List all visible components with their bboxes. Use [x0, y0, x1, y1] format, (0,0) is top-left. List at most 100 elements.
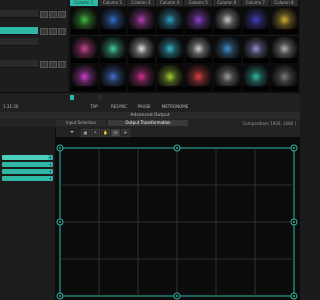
- tab-output-transformation[interactable]: Output Transformation: [108, 120, 188, 126]
- clip-label: [242, 86, 270, 91]
- grid-icon[interactable]: ▦: [81, 129, 90, 137]
- clip-thumbnail[interactable]: [270, 36, 299, 64]
- column-header[interactable]: Column 3: [127, 0, 156, 6]
- layer-button[interactable]: [70, 95, 74, 100]
- column-header[interactable]: Column 6: [213, 0, 242, 6]
- hand-icon[interactable]: ✋: [101, 129, 110, 137]
- tab-input-selection[interactable]: Input Selection: [56, 120, 106, 126]
- clip-label: [128, 58, 155, 63]
- clip-thumbnail[interactable]: [70, 36, 99, 64]
- pointer-icon[interactable]: ↖: [91, 129, 100, 137]
- slice-item[interactable]: [2, 169, 50, 174]
- clip-grid: Column 1 Column 2 Column 3 Column 4 Column 5…: [0, 0, 300, 92]
- transform-handle-dot: [59, 295, 61, 297]
- column-header[interactable]: Column 8: [270, 0, 299, 6]
- column-header[interactable]: Column 4: [155, 0, 185, 6]
- output-grid[interactable]: [56, 144, 298, 300]
- clip-thumbnail[interactable]: [70, 7, 99, 35]
- clip-label: [185, 86, 212, 91]
- opacity-button[interactable]: [58, 61, 66, 68]
- clip-label: [271, 58, 298, 63]
- add-icon[interactable]: +: [48, 155, 53, 160]
- clip-thumbnail[interactable]: [155, 64, 185, 92]
- clip-label: [99, 29, 127, 34]
- clip-label: [128, 86, 155, 91]
- solo-button[interactable]: [49, 28, 57, 35]
- slice-item[interactable]: [2, 155, 50, 160]
- clip-label: [242, 29, 270, 34]
- clip-label: [156, 29, 184, 34]
- clip-label: [99, 58, 127, 63]
- clip-label: [271, 29, 298, 34]
- clip-thumbnail[interactable]: [155, 36, 185, 64]
- clip-label: [214, 86, 241, 91]
- column-header[interactable]: Column 5: [184, 0, 213, 6]
- transform-handle-dot: [59, 147, 61, 149]
- clip-thumbnail[interactable]: [213, 64, 242, 92]
- clip-label: [185, 58, 212, 63]
- clip-label: [214, 29, 241, 34]
- transform-toolbar: ▦ ↖ ✋ ⟲ ⟳: [56, 127, 300, 137]
- clip-thumbnail[interactable]: [127, 7, 156, 35]
- add-icon[interactable]: +: [48, 162, 53, 167]
- clip-thumbnail[interactable]: [213, 7, 242, 35]
- bypass-button[interactable]: [40, 28, 48, 35]
- transform-handle-dot: [293, 147, 295, 149]
- clip-thumbnail[interactable]: [70, 64, 99, 92]
- tap-button[interactable]: TAP: [86, 104, 102, 110]
- clip-label: [99, 86, 127, 91]
- solo-button[interactable]: [49, 61, 57, 68]
- clip-thumbnail[interactable]: [98, 36, 128, 64]
- add-icon[interactable]: +: [48, 176, 53, 181]
- add-icon[interactable]: +: [48, 169, 53, 174]
- clip-thumbnail[interactable]: [127, 64, 156, 92]
- slice-item[interactable]: [2, 162, 50, 167]
- slice-item[interactable]: [2, 176, 50, 181]
- layer-button[interactable]: [98, 95, 102, 100]
- bypass-button[interactable]: [40, 11, 48, 18]
- layer-panel: [0, 0, 68, 92]
- clip-thumbnail[interactable]: [270, 7, 299, 35]
- pause-button[interactable]: PAUSE: [134, 104, 154, 110]
- clip-thumbnail[interactable]: [241, 64, 271, 92]
- clip-thumbnail[interactable]: [241, 7, 271, 35]
- column-header[interactable]: Column 7: [241, 0, 271, 6]
- column-header[interactable]: Column 2: [98, 0, 128, 6]
- transform-handle-dot: [59, 221, 61, 223]
- clip-thumbnail[interactable]: [184, 64, 213, 92]
- metronome-button[interactable]: METRONOME: [158, 104, 192, 110]
- layer-lane[interactable]: [0, 10, 38, 18]
- output-canvas[interactable]: [56, 137, 300, 300]
- bypass-button[interactable]: [40, 61, 48, 68]
- layer-lane[interactable]: [0, 60, 38, 68]
- clip-label: [185, 29, 212, 34]
- zoom-dropdown-icon[interactable]: [70, 131, 74, 133]
- clip-thumbnail[interactable]: [213, 36, 242, 64]
- rotate-icon[interactable]: ⟲: [111, 129, 120, 137]
- solo-button[interactable]: [49, 11, 57, 18]
- opacity-button[interactable]: [58, 11, 66, 18]
- transform-handle-dot: [293, 295, 295, 297]
- transport-bar: 1:31:20 TAP RESYNC PAUSE METRONOME: [0, 92, 300, 113]
- transform-handle-dot: [293, 221, 295, 223]
- clip-thumbnail[interactable]: [127, 36, 156, 64]
- column-header[interactable]: Column 1: [70, 0, 99, 6]
- layer-lane[interactable]: [0, 38, 38, 46]
- clip-thumbnail[interactable]: [184, 36, 213, 64]
- clip-label: [214, 58, 241, 63]
- clip-thumbnail[interactable]: [270, 64, 299, 92]
- clip-label: [71, 86, 98, 91]
- layer-lane-selected[interactable]: [0, 27, 38, 35]
- clip-thumbnail[interactable]: [98, 7, 128, 35]
- resync-button[interactable]: RESYNC: [108, 104, 130, 110]
- clip-thumbnail[interactable]: [184, 7, 213, 35]
- clip-thumbnail[interactable]: [241, 36, 271, 64]
- clip-thumbnail[interactable]: [98, 64, 128, 92]
- clip-thumbnail[interactable]: [155, 7, 185, 35]
- transform-handle-dot: [176, 147, 178, 149]
- opacity-button[interactable]: [58, 28, 66, 35]
- slices-panel: + + + +: [0, 127, 56, 300]
- composition-info: Composition( 1920, 1080 ): [242, 121, 296, 126]
- bpm-readout[interactable]: 1:31:20: [3, 104, 33, 110]
- redo-icon[interactable]: ⟳: [121, 129, 130, 137]
